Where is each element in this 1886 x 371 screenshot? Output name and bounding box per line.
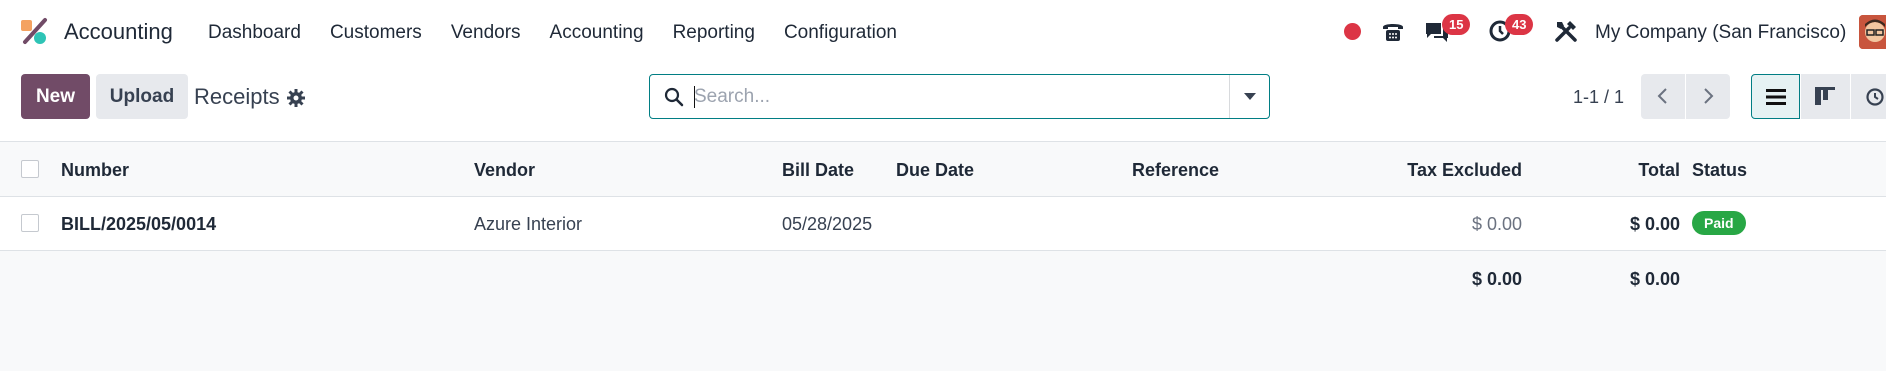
cell-vendor: Azure Interior (474, 214, 583, 234)
messages-badge: 15 (1442, 14, 1471, 35)
column-header-reference[interactable]: Reference (1132, 160, 1219, 181)
column-header-vendor[interactable]: Vendor (474, 160, 535, 181)
company-switcher[interactable]: My Company (San Francisco) (1595, 22, 1846, 44)
column-header-status[interactable]: Status (1692, 160, 1747, 181)
activity-view-button[interactable] (1851, 74, 1886, 119)
kanban-view-button[interactable] (1801, 74, 1850, 119)
column-header-total[interactable]: Total (1580, 160, 1680, 181)
cell-number: BILL/2025/05/0014 (61, 214, 217, 234)
accounting-app-icon[interactable] (19, 16, 49, 46)
phone-icon[interactable] (1380, 18, 1406, 44)
menu-item-reporting[interactable]: Reporting (673, 22, 755, 44)
page-title[interactable]: Receipts (194, 84, 280, 110)
table-footer: $ 0.00 $ 0.00 (0, 251, 1886, 371)
tools-icon[interactable] (1553, 18, 1579, 44)
select-all-checkbox[interactable] (21, 160, 39, 178)
chevron-right-icon (1704, 88, 1714, 104)
menu-item-accounting[interactable]: Accounting (550, 22, 644, 44)
user-avatar[interactable] (1859, 15, 1886, 49)
footer-total-sum: $ 0.00 (1629, 269, 1680, 289)
recording-indicator-icon[interactable] (1344, 23, 1361, 40)
gear-icon[interactable] (286, 88, 306, 108)
column-header-tax-excluded[interactable]: Tax Excluded (1380, 160, 1522, 181)
list-view-icon (1766, 89, 1786, 105)
table-header: Number Vendor Bill Date Due Date Referen… (0, 141, 1886, 197)
top-navbar: Accounting Dashboard Customers Vendors A… (0, 0, 1886, 64)
search-options-toggle[interactable] (1229, 75, 1269, 118)
pager-value[interactable]: 1-1 / 1 (1573, 87, 1624, 108)
column-header-number[interactable]: Number (61, 160, 129, 181)
pager-previous-button[interactable] (1641, 74, 1685, 119)
search-icon (664, 87, 684, 107)
kanban-view-icon (1815, 87, 1835, 105)
column-header-due-date[interactable]: Due Date (896, 160, 974, 181)
status-badge: Paid (1692, 211, 1746, 235)
menu-item-configuration[interactable]: Configuration (784, 22, 897, 44)
search-input[interactable] (694, 76, 1224, 117)
main-menu: Dashboard Customers Vendors Accounting R… (208, 22, 926, 44)
column-header-bill-date[interactable]: Bill Date (782, 160, 854, 181)
row-checkbox[interactable] (21, 214, 39, 232)
upload-button[interactable]: Upload (96, 74, 188, 119)
menu-item-dashboard[interactable]: Dashboard (208, 22, 301, 44)
activities-badge: 43 (1505, 14, 1534, 35)
text-cursor (694, 86, 695, 108)
activity-clock-icon (1866, 88, 1884, 106)
new-button[interactable]: New (21, 74, 90, 119)
table-row[interactable]: BILL/2025/05/0014 Azure Interior 05/28/2… (0, 197, 1886, 251)
footer-tax-excluded-sum: $ 0.00 (1471, 269, 1522, 289)
chevron-left-icon (1657, 88, 1667, 104)
search-box (649, 74, 1270, 119)
cell-total: $ 0.00 (1629, 214, 1680, 234)
cell-bill-date: 05/28/2025 (782, 214, 873, 234)
cell-tax-excluded: $ 0.00 (1471, 214, 1522, 234)
menu-item-customers[interactable]: Customers (330, 22, 422, 44)
list-view-button[interactable] (1751, 74, 1800, 119)
app-name[interactable]: Accounting (64, 19, 173, 45)
pager-next-button[interactable] (1686, 74, 1730, 119)
menu-item-vendors[interactable]: Vendors (451, 22, 521, 44)
